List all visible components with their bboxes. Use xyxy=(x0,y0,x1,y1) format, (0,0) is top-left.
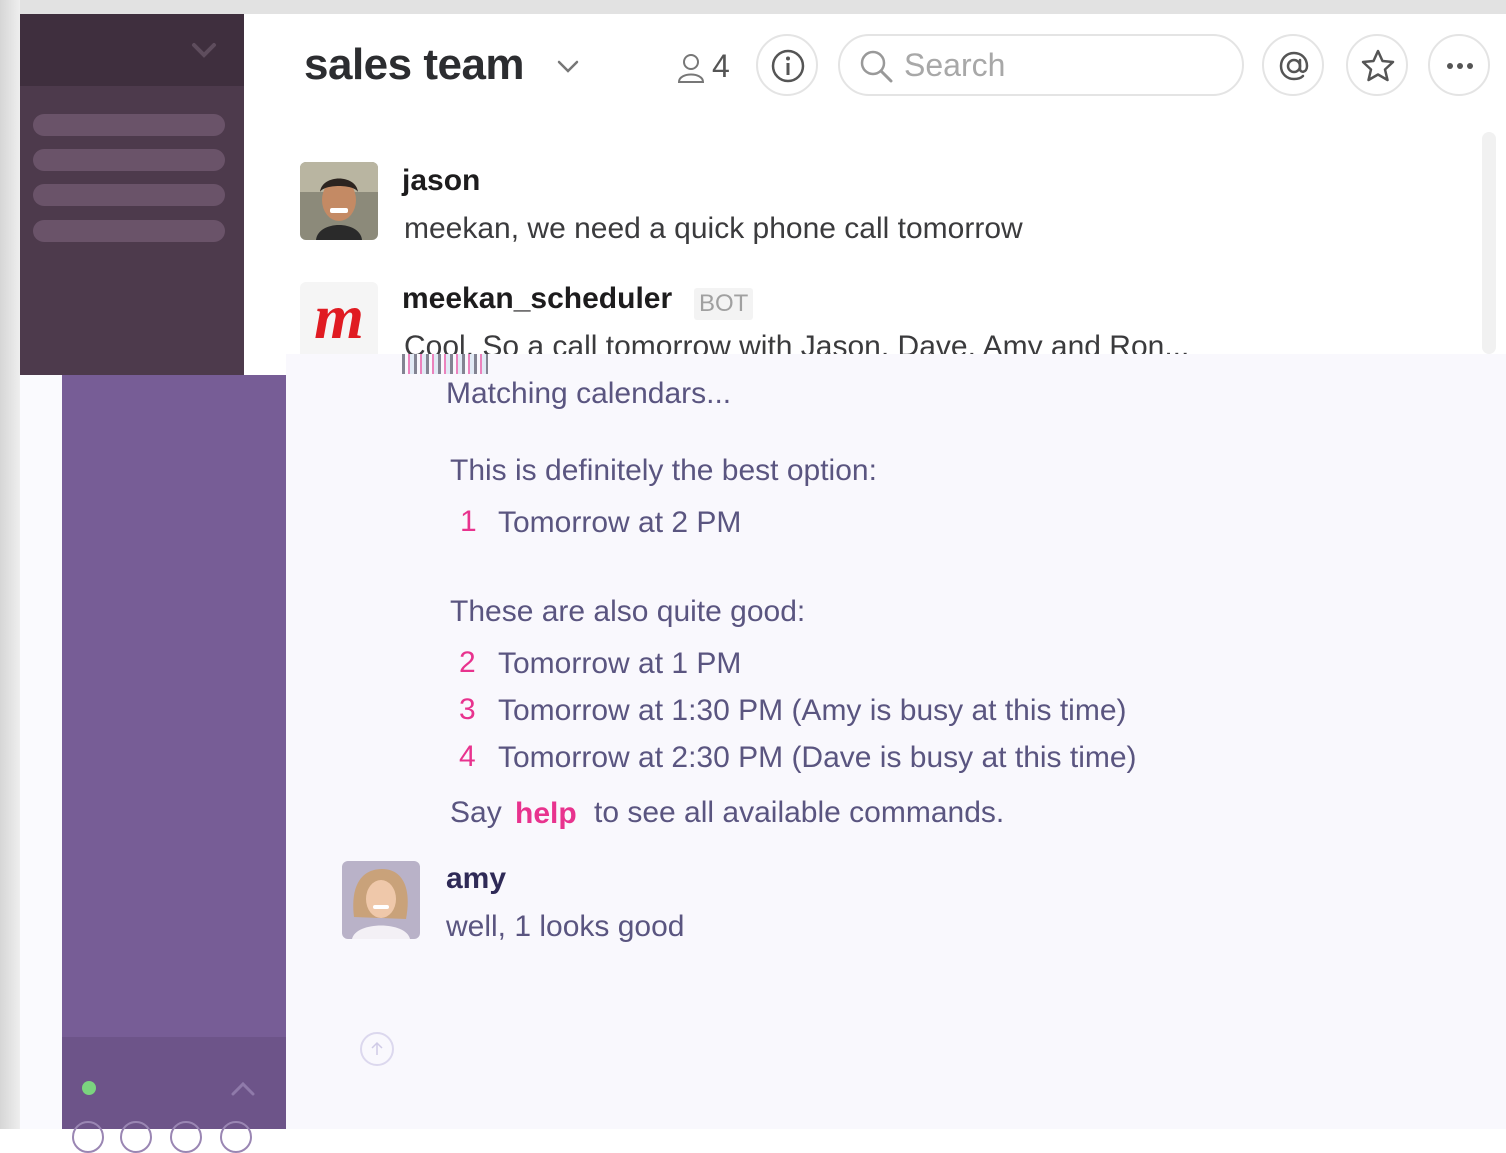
message-author[interactable]: meekan_scheduler xyxy=(402,282,672,316)
option-number: 2 xyxy=(459,646,476,679)
team-header[interactable] xyxy=(20,14,244,86)
bot-status: Matching calendars... xyxy=(446,377,732,410)
sidebar-placeholder xyxy=(33,114,225,136)
sidebar-placeholder xyxy=(33,149,225,171)
message-text: meekan, we need a quick phone call tomor… xyxy=(404,212,1023,245)
option-label[interactable]: Tomorrow at 1 PM xyxy=(498,647,741,681)
sidebar-placeholder xyxy=(33,220,225,242)
search-box[interactable] xyxy=(838,34,1244,96)
avatar[interactable] xyxy=(300,162,378,240)
sidebar-footer xyxy=(62,1037,286,1153)
search-icon xyxy=(860,50,893,83)
avatar[interactable]: m xyxy=(300,282,378,360)
footer-button[interactable] xyxy=(220,1121,252,1153)
window-frame-top xyxy=(0,0,1506,14)
option-number: 4 xyxy=(459,740,476,773)
chevron-up-icon[interactable] xyxy=(228,1077,258,1101)
footer-button[interactable] xyxy=(72,1121,104,1153)
best-option-heading: This is definitely the best option: xyxy=(450,454,877,487)
message-text: Cool. So a call tomorrow with Jason, Dav… xyxy=(404,332,1190,354)
scrollbar[interactable] xyxy=(1482,132,1496,354)
meekan-logo-icon: m xyxy=(314,282,364,352)
bot-badge: BOT xyxy=(694,288,754,320)
info-icon xyxy=(771,49,805,83)
bottom-sidebar xyxy=(62,375,286,1153)
window-frame-left xyxy=(0,0,20,1129)
star-icon xyxy=(1361,49,1395,82)
star-button[interactable] xyxy=(1346,34,1408,96)
at-icon xyxy=(1279,51,1309,81)
chevron-down-icon[interactable] xyxy=(188,36,220,64)
top-sidebar xyxy=(20,14,244,375)
good-options-heading: These are also quite good: xyxy=(450,595,806,628)
avatar-jason-image xyxy=(300,162,378,240)
more-icon xyxy=(1447,63,1473,69)
help-prefix: Say xyxy=(450,796,502,829)
scroll-up-button[interactable] xyxy=(360,1032,394,1066)
message-author[interactable]: jason xyxy=(402,164,480,198)
more-button[interactable] xyxy=(1428,34,1490,96)
option-label[interactable]: Tomorrow at 2:30 PM (Dave is busy at thi… xyxy=(498,741,1137,775)
option-number: 3 xyxy=(459,693,476,726)
chevron-down-icon[interactable] xyxy=(554,54,582,78)
member-icon[interactable] xyxy=(676,52,706,84)
svg-text:m: m xyxy=(314,282,364,352)
footer-button[interactable] xyxy=(170,1121,202,1153)
option-number: 1 xyxy=(460,505,477,538)
arrow-up-icon xyxy=(371,1041,383,1055)
bottom-frame-left xyxy=(20,375,62,1129)
member-count[interactable]: 4 xyxy=(712,48,730,85)
presence-dot xyxy=(82,1081,96,1095)
info-button[interactable] xyxy=(756,34,818,96)
avatar[interactable] xyxy=(342,861,420,939)
avatar-amy-image xyxy=(342,861,420,939)
search-input[interactable] xyxy=(904,46,1224,84)
help-command[interactable]: help xyxy=(515,797,577,831)
message-text-clipped: Cool. So a call tomorrow with Jason, Dav… xyxy=(404,332,1189,354)
message-author[interactable]: amy xyxy=(446,862,506,896)
option-label[interactable]: Tomorrow at 1:30 PM (Amy is busy at this… xyxy=(498,694,1127,728)
render-artifact xyxy=(402,354,488,374)
footer-button[interactable] xyxy=(120,1121,152,1153)
mentions-button[interactable] xyxy=(1262,34,1324,96)
option-label[interactable]: Tomorrow at 2 PM xyxy=(498,506,741,540)
message-text: well, 1 looks good xyxy=(446,910,685,943)
sidebar-placeholder xyxy=(33,184,225,206)
help-suffix: to see all available commands. xyxy=(594,796,1005,829)
channel-title[interactable]: sales team xyxy=(304,40,525,90)
